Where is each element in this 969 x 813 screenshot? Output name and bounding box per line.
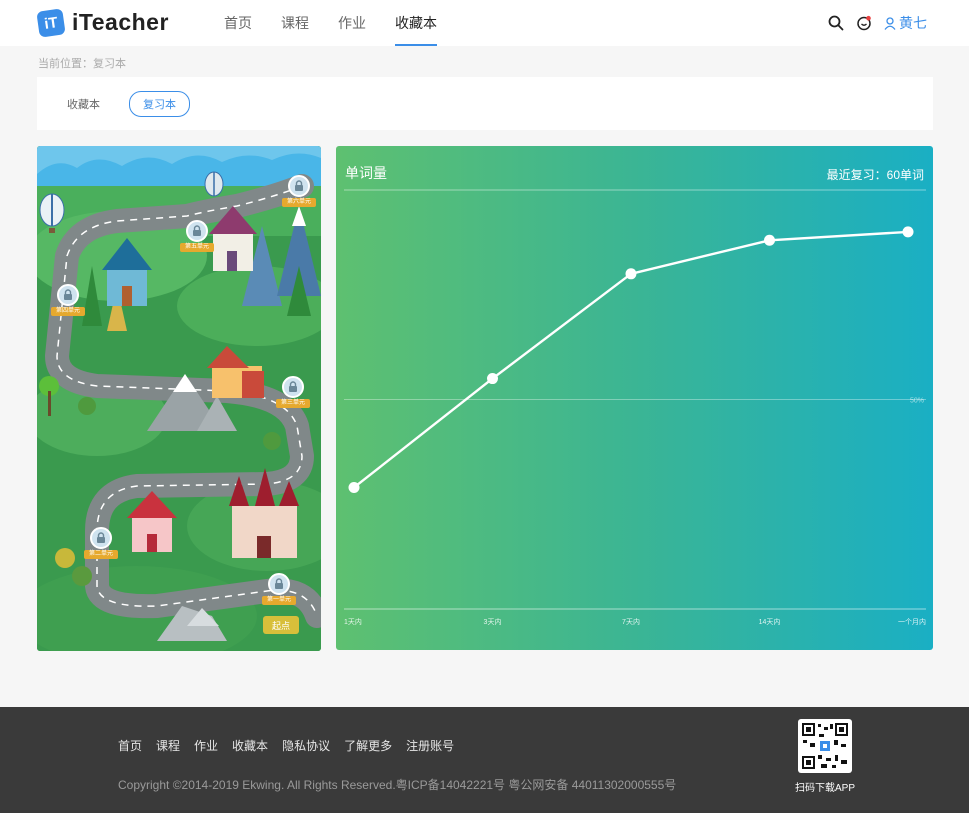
data-point: [487, 373, 498, 385]
nav-home[interactable]: 首页: [224, 0, 252, 46]
top-header: iT iTeacher 首页 课程 作业 收藏本 黄七: [0, 0, 969, 46]
qr-caption: 扫码下载APP: [794, 783, 855, 794]
unit-label: 第三单元: [276, 399, 310, 408]
x-tick-label: 一个月内: [898, 617, 926, 626]
footer-link-home[interactable]: 首页: [118, 737, 142, 754]
balloon-icon: [204, 171, 224, 197]
qr-code-icon: [798, 719, 852, 773]
unit-marker[interactable]: 第四单元: [51, 284, 85, 316]
unit-label: 第一单元: [262, 596, 296, 605]
footer-link-about[interactable]: 了解更多: [344, 737, 392, 754]
x-tick-label: 14天内: [759, 617, 781, 626]
main-nav: 首页 课程 作业 收藏本: [224, 0, 466, 46]
start-label: 起点: [272, 621, 290, 631]
unit-marker[interactable]: 第三单元: [276, 376, 310, 408]
start-sign[interactable]: 起点: [263, 616, 299, 634]
footer-links: 首页 课程 作业 收藏本 隐私协议 了解更多 注册账号: [118, 737, 468, 754]
footer-link-homework[interactable]: 作业: [194, 737, 218, 754]
tab-favorites[interactable]: 收藏本: [67, 96, 100, 112]
footer: 首页 课程 作业 收藏本 隐私协议 了解更多 注册账号 Copyright ©2…: [0, 707, 969, 813]
copyright: Copyright ©2014-2019 Ekwing. All Rights …: [118, 778, 677, 792]
unit-label: 第五单元: [180, 243, 214, 252]
data-point: [902, 226, 914, 238]
unit-marker[interactable]: 第六单元: [282, 175, 316, 207]
footer-link-register[interactable]: 注册账号: [406, 737, 454, 754]
unit-marker[interactable]: 第一单元: [262, 573, 296, 605]
footer-link-favorites[interactable]: 收藏本: [232, 737, 268, 754]
unit-marker[interactable]: 第二单元: [84, 527, 118, 559]
data-point: [625, 268, 637, 280]
lock-icon: [288, 175, 310, 197]
unit-map: 起点 第一单元 第二单元 第三单元 第四单元 第五单元 第六单元: [37, 146, 321, 651]
nav-homework[interactable]: 作业: [338, 0, 366, 46]
header-actions: 黄七: [828, 0, 927, 46]
nav-courses[interactable]: 课程: [281, 0, 309, 46]
logo-mark: iT: [36, 7, 66, 38]
unit-label: 第二单元: [84, 550, 118, 559]
data-point: [764, 234, 775, 246]
user-menu[interactable]: 黄七: [884, 13, 927, 33]
footer-link-courses[interactable]: 课程: [156, 737, 180, 754]
line-chart: 50% 1天内 3天内 7天内 14天内 一个月内: [344, 189, 926, 626]
logo[interactable]: iT iTeacher: [36, 7, 169, 38]
x-tick-label: 7天内: [622, 617, 640, 626]
user-icon: [884, 16, 896, 30]
lock-icon: [57, 284, 79, 306]
nav-favorites[interactable]: 收藏本: [395, 0, 437, 46]
mid-label: 50%: [910, 398, 924, 405]
tab-bar: 收藏本 复习本: [37, 77, 933, 130]
vocabulary-chart: 单词量 最近复习：60单词 50% 1天内 3天内 7天内 14天内 一个月内: [336, 146, 933, 650]
logo-text: iTeacher: [72, 9, 169, 35]
footer-link-privacy[interactable]: 隐私协议: [282, 737, 330, 754]
unit-label: 第四单元: [51, 307, 85, 316]
search-icon[interactable]: [828, 15, 844, 31]
x-tick-label: 1天内: [344, 617, 362, 626]
lock-icon: [90, 527, 112, 549]
lock-icon: [186, 220, 208, 242]
x-tick-label: 3天内: [484, 617, 502, 626]
notification-icon[interactable]: [856, 15, 872, 31]
data-point: [348, 481, 360, 493]
tab-review[interactable]: 复习本: [129, 90, 190, 117]
breadcrumb: 当前位置：复习本: [38, 58, 126, 70]
user-name: 黄七: [899, 15, 927, 31]
lock-icon: [268, 573, 290, 595]
lock-icon: [282, 376, 304, 398]
unit-marker[interactable]: 第五单元: [180, 220, 214, 252]
unit-label: 第六单元: [282, 198, 316, 207]
